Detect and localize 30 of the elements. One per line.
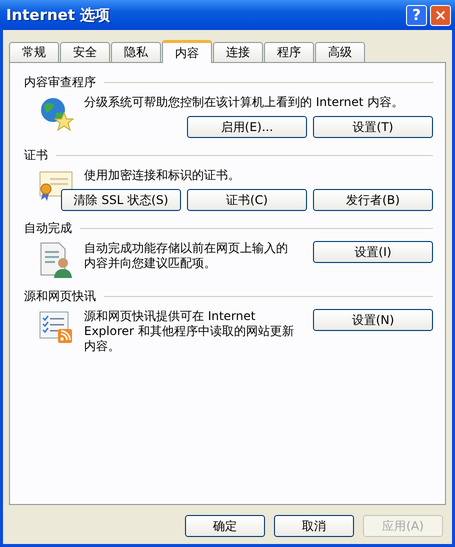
settings-button[interactable]: 清除 SSL 状态(S)	[61, 189, 181, 211]
settings-button[interactable]: 发行者(B)	[313, 189, 433, 211]
section-description: 使用加密连接和标识的证书。	[84, 168, 241, 183]
help-button[interactable]: ?	[406, 4, 427, 26]
section-title: 源和网页快讯	[24, 288, 96, 304]
settings-button[interactable]: 设置(I)	[313, 241, 433, 263]
tab[interactable]: 连接	[213, 42, 263, 62]
settings-button[interactable]: 证书(C)	[187, 189, 307, 211]
section-description: 分级系统可帮助您控制在该计算机上看到的 Internet 内容。	[84, 95, 404, 110]
tab[interactable]: 常规	[9, 42, 59, 62]
tab[interactable]: 安全	[60, 42, 110, 62]
dialog-button[interactable]: 取消	[274, 515, 354, 537]
section-description: 源和网页快讯提供可在 Internet Explorer 和其他程序中读取的网站更新内容。	[84, 309, 295, 354]
dialog-button[interactable]: 确定	[185, 515, 265, 537]
document-person-icon	[39, 241, 73, 279]
settings-button[interactable]: 设置(T)	[313, 116, 433, 138]
tab[interactable]: 程序	[264, 42, 314, 62]
tab[interactable]: 高级	[315, 42, 365, 62]
section-title: 内容审查程序	[24, 74, 96, 90]
section-title: 自动完成	[24, 220, 72, 236]
settings-button[interactable]: 启用(E)...	[187, 116, 307, 138]
window-title: Internet 选项	[6, 6, 112, 24]
feed-list-icon	[38, 309, 74, 345]
settings-button[interactable]: 设置(N)	[313, 309, 433, 331]
globe-star-icon	[38, 95, 74, 131]
tab[interactable]: 隐私	[111, 42, 161, 62]
tab[interactable]: 内容	[162, 40, 212, 63]
section-description: 自动完成功能存储以前在网页上输入的内容并向您建议匹配项。	[84, 241, 289, 271]
close-button[interactable]: ×	[430, 4, 451, 26]
section-title: 证书	[24, 146, 48, 164]
